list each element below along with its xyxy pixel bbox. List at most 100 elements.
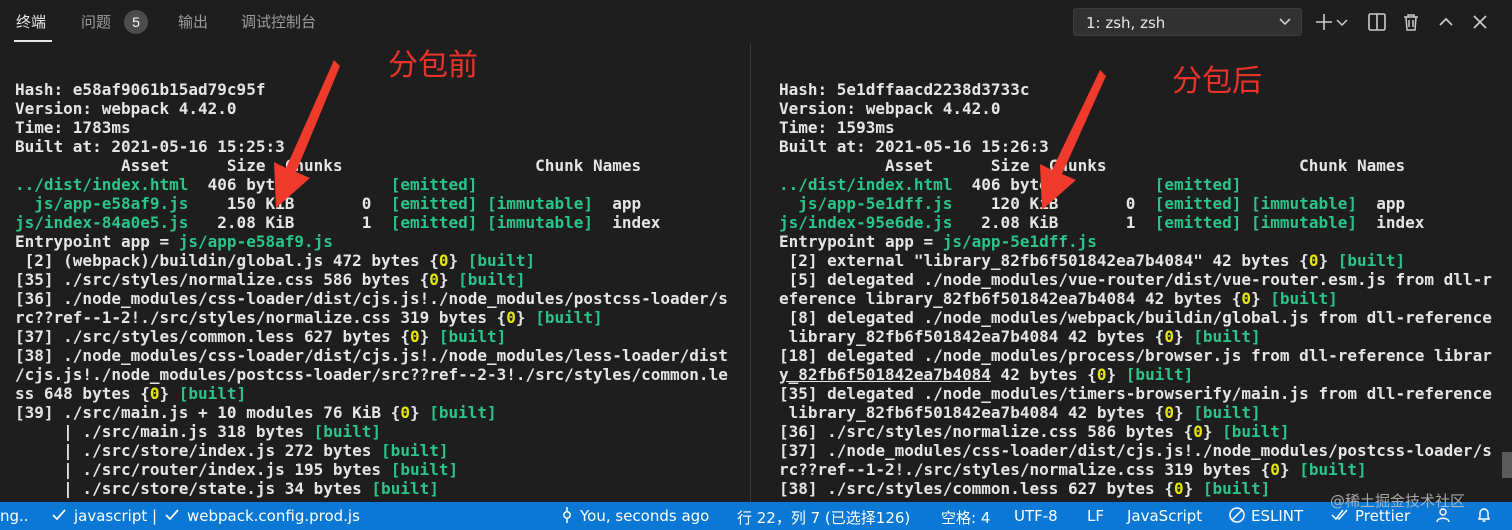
- terminal-text-segment: [37] ./src/styles/common.less 627 bytes …: [15, 327, 410, 346]
- tab-debug-console[interactable]: 调试控制台: [241, 11, 316, 32]
- terminal-line: [38] ./node_modules/css-loader/dist/cjs.…: [15, 346, 728, 365]
- close-icon[interactable]: [1468, 10, 1492, 34]
- terminal-text-segment: [built]: [371, 479, 439, 498]
- status-bar: ng.. javascript | webpack.config.prod.js…: [0, 502, 1512, 530]
- status-lint-partial[interactable]: ng..: [0, 507, 29, 525]
- terminal-text-segment: 42 bytes {: [990, 365, 1097, 384]
- terminal-text-segment: Built at: 2021-05-16: [15, 137, 218, 156]
- status-javascript[interactable]: javascript |: [74, 507, 157, 525]
- terminal-line: | ./src/main.js 318 bytes [built]: [15, 422, 728, 441]
- panel-tab-bar: 终端 问题 5 输出 调试控制台 1: zsh, zsh: [0, 0, 1512, 44]
- terminal-text-segment: }: [1318, 251, 1338, 270]
- terminal-pane-right[interactable]: Hash: 5e1dffaacd2238d3733c Version: webpa…: [752, 44, 1512, 502]
- plus-icon[interactable]: [1312, 10, 1336, 34]
- terminal-scrollbar[interactable]: [1502, 452, 1512, 478]
- terminal-line: library_82fb6f501842ea7b4084 42 bytes {0…: [779, 327, 1492, 346]
- terminal-text-segment: app: [1356, 194, 1406, 213]
- status-cursor-position[interactable]: 行 22，列 7 (已选择126): [737, 507, 910, 528]
- status-encoding[interactable]: UTF-8: [1014, 507, 1058, 525]
- terminal-line: /cjs.js!./node_modules/postcss-loader/sr…: [15, 365, 728, 384]
- terminal-line: js/index-95e6de.js 2.08 KiB 1 [emitted] …: [779, 213, 1492, 232]
- terminal-line: [2] (webpack)/buildin/global.js 472 byte…: [15, 251, 728, 270]
- terminal-line: js/app-e58af9.js 150 KiB 0 [emitted] [im…: [15, 194, 728, 213]
- tab-output[interactable]: 输出: [178, 11, 208, 32]
- terminal-text-segment: js/app-5e1dff.js: [779, 194, 953, 213]
- terminal-text-segment: }: [419, 327, 439, 346]
- terminal-selector-value: 1: zsh, zsh: [1086, 14, 1166, 32]
- terminal-line: rc??ref--1-2!./src/styles/normalize.css …: [779, 460, 1492, 479]
- tab-problems[interactable]: 问题: [81, 11, 111, 32]
- terminal-text-segment: Built at: 2021-05-16: [779, 137, 982, 156]
- terminal-text-segment: }: [409, 403, 430, 422]
- terminal-text-segment: [emitted]: [390, 175, 478, 194]
- terminal-text-segment: }: [1251, 289, 1271, 308]
- status-indentation[interactable]: 空格: 4: [941, 507, 990, 528]
- terminal-text-segment: [built]: [1202, 479, 1271, 498]
- terminal-line: Hash: e58af9061b15ad79c95f: [15, 80, 728, 99]
- terminal-text-segment: Hash:: [15, 80, 73, 99]
- terminal-text-segment: 0: [506, 308, 516, 327]
- terminal-text-segment: Time:: [15, 118, 73, 137]
- bell-icon[interactable]: [1475, 506, 1493, 524]
- terminal-text-segment: [38] ./node_modules/css-loader/dist/cjs.…: [15, 346, 728, 365]
- terminal-text-segment: Time:: [779, 118, 837, 137]
- terminal-text-segment: | ./src/router/index.js 195 bytes: [15, 460, 391, 479]
- terminal-text-segment: ms: [875, 118, 895, 137]
- terminal-line: [8] delegated ./node_modules/webpack/bui…: [779, 308, 1492, 327]
- terminal-line: Time: 1593ms: [779, 118, 1492, 137]
- terminal-line: y_82fb6f501842ea7b4084 42 bytes {0} [bui…: [779, 365, 1492, 384]
- terminal-text-segment: js/index-84a0e5.js: [15, 213, 189, 232]
- trash-icon[interactable]: [1399, 10, 1423, 34]
- terminal-text-segment: [39] ./src/main.js + 10 modules 76 KiB {: [15, 403, 401, 422]
- tab-terminal[interactable]: 终端: [16, 11, 46, 32]
- terminal-text-segment: 4.42.0: [942, 99, 1001, 118]
- terminal-text-segment: [emitted] [immutable]: [390, 194, 593, 213]
- terminal-text-segment: }: [1183, 479, 1203, 498]
- terminal-text-segment: [36] ./node_modules/css-loader/dist/cjs.…: [15, 289, 728, 308]
- chevron-up-icon[interactable]: [1434, 10, 1458, 34]
- chevron-down-icon[interactable]: [1334, 10, 1350, 34]
- terminal-text-segment: | ./src/store/state.js 34 bytes: [15, 479, 372, 498]
- terminal-text-segment: [5] delegated ./node_modules/vue-router/…: [779, 270, 1492, 289]
- pane-divider[interactable]: [750, 44, 751, 502]
- terminal-line: [35] ./src/styles/normalize.css 586 byte…: [15, 270, 728, 289]
- terminal-text-segment: Version: webpack: [15, 99, 179, 118]
- terminal-text-segment: [37] ./node_modules/css-loader/dist/cjs.…: [779, 441, 1492, 460]
- terminal-line: library_82fb6f501842ea7b4084 42 bytes {0…: [779, 403, 1492, 422]
- terminal-text-segment: | ./src/main.js 318 bytes: [15, 422, 314, 441]
- terminal-text-segment: js/app-e58af9.js: [178, 232, 333, 251]
- status-git-blame[interactable]: You, seconds ago: [580, 507, 709, 525]
- red-arrow-right: [1040, 70, 1106, 210]
- active-tab-indicator: [14, 40, 52, 42]
- terminal-line: js/index-84a0e5.js 2.08 KiB 1 [emitted] …: [15, 213, 728, 232]
- terminal-text-segment: [built]: [1299, 460, 1367, 479]
- terminal-text-segment: [built]: [1125, 365, 1194, 384]
- status-eslint[interactable]: ESLINT: [1251, 507, 1303, 525]
- terminal-selector[interactable]: 1: zsh, zsh: [1073, 8, 1302, 36]
- terminal-text-segment: js/app-e58af9.js: [15, 194, 189, 213]
- terminal-line: rc??ref--1-2!./src/styles/normalize.css …: [15, 308, 728, 327]
- terminal-text-segment: 0: [1164, 327, 1174, 346]
- terminal-text-segment: [36] ./src/styles/normalize.css 586 byte…: [779, 422, 1194, 441]
- terminal-text-segment: [built]: [1337, 251, 1406, 270]
- terminal-text-segment: 5e1dffaacd2238d3733c: [836, 80, 1030, 99]
- status-language[interactable]: JavaScript: [1127, 507, 1202, 525]
- terminal-pane-left[interactable]: Hash: e58af9061b15ad79c95f Version: webpa…: [0, 44, 750, 502]
- status-webpack-config[interactable]: webpack.config.prod.js: [187, 507, 360, 525]
- terminal-line: [37] ./src/styles/common.less 627 bytes …: [15, 327, 728, 346]
- status-eol[interactable]: LF: [1087, 507, 1104, 525]
- terminal-text-segment: 2.08 KiB 1: [188, 213, 391, 232]
- terminal-line: ss 648 bytes {0} [built]: [15, 384, 728, 403]
- terminal-text-segment: | ./src/store/index.js 272 bytes: [15, 441, 382, 460]
- terminal-text-segment: /cjs.js!./node_modules/postcss-loader/sr…: [15, 365, 728, 384]
- terminal-text-segment: [built]: [313, 422, 382, 441]
- split-icon[interactable]: [1365, 10, 1389, 34]
- annotation-after-split: 分包后: [1172, 64, 1262, 99]
- terminal-text-segment: index: [1356, 213, 1425, 232]
- terminal-output-left: Hash: e58af9061b15ad79c95f Version: webpa…: [15, 80, 728, 498]
- terminal-line: [39] ./src/main.js + 10 modules 76 KiB {…: [15, 403, 728, 422]
- problems-count-badge: 5: [124, 10, 148, 34]
- terminal-line: Time: 1783ms: [15, 118, 728, 137]
- terminal-text-segment: }: [1106, 365, 1126, 384]
- git-commit-icon: [563, 507, 571, 523]
